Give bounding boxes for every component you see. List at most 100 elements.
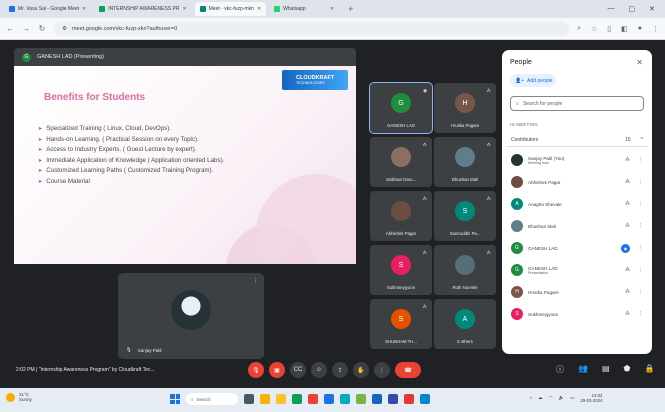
browser-tab-1[interactable]: INTERNSHIP AWARENESS PR ✕	[94, 2, 191, 16]
chat-icon[interactable]: ▤	[602, 364, 610, 375]
participant-tile[interactable]: ⁂ S Samruddhi Pa...	[434, 191, 496, 241]
chevron-up-icon[interactable]: ^	[641, 137, 643, 143]
people-list-item[interactable]: G GANESH LAD Presentation ⁂ ⋮	[506, 260, 648, 280]
slide-decoration	[256, 174, 356, 264]
menu-kebab-icon[interactable]: ⋮	[652, 25, 659, 33]
mic-off-icon: ⁂	[486, 142, 492, 147]
self-video-tile[interactable]: ⋮ 🎙 Sanjay Patil	[118, 273, 264, 359]
others-tile[interactable]: A 5 others	[434, 299, 496, 349]
close-icon[interactable]: ✕	[330, 6, 334, 12]
close-window-icon[interactable]: ✕	[649, 5, 655, 13]
people-list-item[interactable]: A Anagha Shevale ⁂ ⋮	[506, 194, 648, 214]
host-controls-icon[interactable]: 🔒	[644, 364, 654, 375]
reload-icon[interactable]: ↻	[38, 24, 46, 33]
people-list-item[interactable]: H Hrutika Pagare ⁂ ⋮	[506, 282, 648, 302]
person-name: Abhishek Pagar	[528, 179, 561, 185]
participant-tile[interactable]: ⁂ Vaibhavi Daru...	[370, 137, 432, 187]
camera-off-button[interactable]: ▣	[269, 362, 285, 378]
weather-widget[interactable]: 31°C Sunny	[6, 392, 32, 402]
captions-button[interactable]: CC	[290, 362, 306, 378]
people-list-item[interactable]: Abhishek Pagar ⁂ ⋮	[506, 172, 648, 192]
search-input[interactable]: ⌕ Search for people	[510, 96, 644, 111]
browser-tab-0[interactable]: Mr. Vasu Sai - Google Meet ✕	[4, 2, 91, 16]
zoom-icon[interactable]: ⌕	[577, 25, 581, 33]
more-options-icon[interactable]: ⋮	[638, 289, 643, 295]
taskbar-search[interactable]: ⌕ Search	[186, 393, 238, 405]
weather-desc: Sunny	[19, 397, 32, 402]
more-options-icon[interactable]: ⋮	[638, 179, 643, 185]
tab-favicon	[199, 6, 206, 12]
extensions-icon[interactable]: ◧	[621, 25, 628, 33]
more-options-icon[interactable]: ⋮	[638, 201, 643, 207]
app-icon[interactable]	[324, 394, 334, 404]
chrome-icon[interactable]	[308, 394, 318, 404]
more-options-icon[interactable]: ⋮	[638, 157, 643, 163]
browser-tab-bar: Mr. Vasu Sai - Google Meet ✕ INTERNSHIP A…	[0, 0, 665, 18]
participant-tile[interactable]: ⁂ Bhushan Mali	[434, 137, 496, 187]
bookmark-star-icon[interactable]: ☆	[591, 25, 597, 33]
close-icon[interactable]: ✕	[182, 6, 186, 12]
emoji-button[interactable]: ☺	[311, 362, 327, 378]
wifi-icon[interactable]: ◠	[549, 395, 553, 401]
close-icon[interactable]: ✕	[636, 58, 643, 67]
taskview-icon[interactable]	[244, 394, 254, 404]
avatar: H	[511, 286, 523, 298]
people-icon[interactable]: 👥	[578, 364, 588, 375]
app-icon[interactable]	[340, 394, 350, 404]
app-icon[interactable]	[404, 394, 414, 404]
people-list-item[interactable]: Bhushan Mali ⁂ ⋮	[506, 216, 648, 236]
windows-start-icon[interactable]	[170, 394, 180, 404]
avatar: A	[455, 309, 475, 329]
participant-tile[interactable]: ⁂ Abhishek Pagar	[370, 191, 432, 241]
raise-hand-button[interactable]: ✋	[353, 362, 369, 378]
app-icon[interactable]	[356, 394, 366, 404]
app-icon[interactable]	[420, 394, 430, 404]
more-options-icon[interactable]: ⋮	[638, 267, 643, 273]
participant-tile[interactable]: ⁂ Ruth Norvele	[434, 245, 496, 295]
activities-icon[interactable]: ⬟	[624, 364, 631, 375]
people-list-item[interactable]: S Sukhmeyjyoon ⁂ ⋮	[506, 304, 648, 324]
avatar	[511, 220, 523, 232]
close-icon[interactable]: ✕	[82, 6, 86, 12]
add-people-button[interactable]: 👤+ Add people	[510, 74, 556, 87]
app-icon[interactable]	[372, 394, 382, 404]
maximize-icon[interactable]: ▢	[629, 5, 636, 13]
participant-tile[interactable]: ◉ G GANESH LAD	[369, 82, 433, 134]
back-icon[interactable]: ←	[6, 24, 14, 33]
more-options-icon[interactable]: ⋮	[638, 223, 643, 229]
present-button[interactable]: ⇪	[332, 362, 348, 378]
more-options-button[interactable]: ⋮	[374, 362, 390, 378]
browser-tab-3[interactable]: Whatsapp ✕	[269, 2, 339, 16]
contributors-group[interactable]: Contributors 15 ^	[506, 133, 648, 147]
site-info-icon[interactable]: ⚙	[62, 26, 67, 32]
browser-tab-2[interactable]: Meet - vkc-fuzp-mkn ✕	[194, 2, 267, 16]
people-list-item[interactable]: G GANESH LAD ◉ ⋮	[506, 238, 648, 258]
edge-icon[interactable]	[292, 394, 302, 404]
avatar: S	[511, 308, 523, 320]
app-icon[interactable]	[388, 394, 398, 404]
sidepanel-icon[interactable]: ▯	[607, 25, 611, 33]
minimize-icon[interactable]: —	[608, 5, 615, 13]
person-role: Presentation	[528, 270, 549, 275]
close-icon[interactable]: ✕	[257, 6, 261, 12]
leave-call-button[interactable]: ☎	[395, 362, 421, 378]
people-list-item[interactable]: Sanjay Patil (You) Meeting host ⁂ ⋮	[506, 150, 648, 170]
info-icon[interactable]: ⓘ	[556, 364, 564, 375]
profile-icon[interactable]: ●	[638, 25, 642, 33]
file-explorer-icon[interactable]	[276, 394, 286, 404]
more-options-icon[interactable]: ⋮	[638, 311, 643, 317]
app-icon[interactable]	[260, 394, 270, 404]
more-options-icon[interactable]: ⋮	[638, 245, 643, 251]
forward-icon[interactable]: →	[22, 24, 30, 33]
mic-off-button[interactable]: 🎙	[248, 362, 264, 378]
url-field[interactable]: ⚙ meet.google.com/vkc-fuzp-xkn?authuser=…	[54, 21, 570, 36]
clock[interactable]: 14:02 29-03-2024	[580, 393, 602, 403]
battery-icon[interactable]: ▭	[570, 395, 574, 401]
volume-icon[interactable]: 🔈	[559, 395, 565, 401]
participant-tile[interactable]: ⁂ S SHUBHAM TH...	[370, 299, 432, 349]
more-options-icon[interactable]: ⋮	[253, 278, 258, 284]
chevron-up-icon[interactable]: ^	[530, 396, 532, 401]
participant-tile[interactable]: ⁂ H Hrutika Pagare	[434, 83, 496, 133]
participant-tile[interactable]: ⁂ S Sukhmeyjyoon	[370, 245, 432, 295]
new-tab-icon[interactable]: +	[348, 4, 353, 14]
